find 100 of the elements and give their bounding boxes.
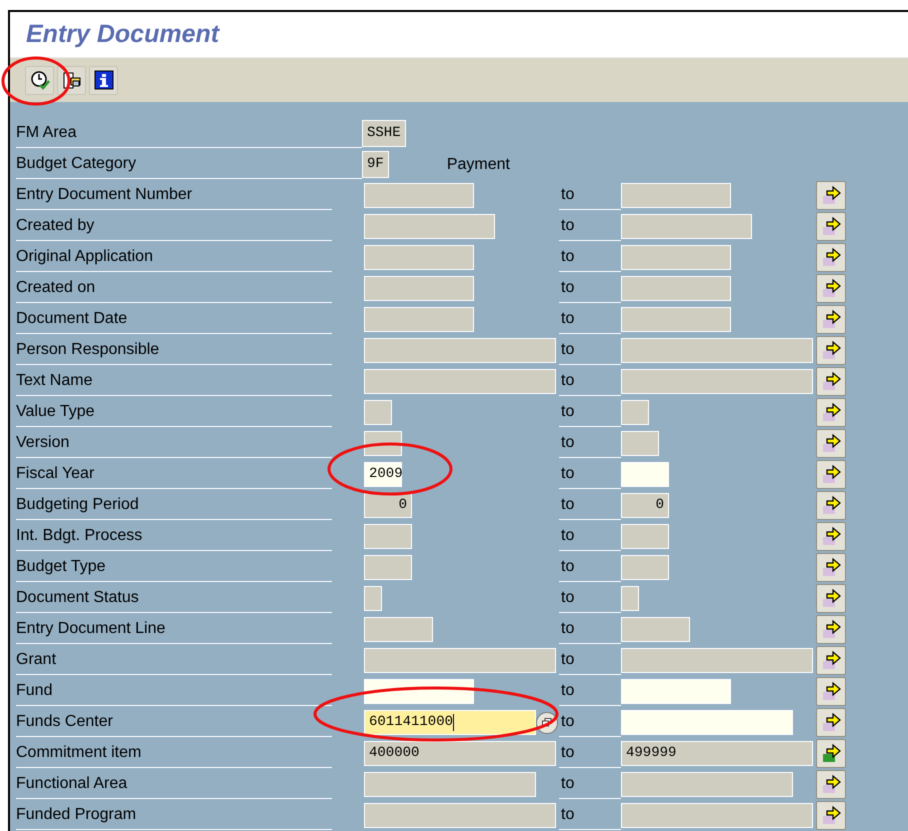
input-field[interactable] <box>364 307 474 332</box>
input-field[interactable] <box>364 772 536 797</box>
input-field[interactable] <box>621 462 669 487</box>
arrow-icon <box>820 588 842 610</box>
clock-check-icon <box>30 70 50 90</box>
input-field[interactable] <box>364 183 474 208</box>
multiple-selection-button[interactable] <box>816 336 846 365</box>
arrow-icon <box>820 340 842 362</box>
input-field[interactable] <box>364 276 474 301</box>
multiple-selection-button[interactable] <box>816 584 846 613</box>
input-field[interactable] <box>621 214 752 239</box>
input-field[interactable] <box>621 183 731 208</box>
multiple-selection-button[interactable] <box>816 801 846 830</box>
field-label: Created on <box>16 278 96 298</box>
to-label: to <box>561 433 574 453</box>
input-field[interactable] <box>621 710 793 735</box>
input-field[interactable]: 499999 <box>621 741 813 766</box>
input-field[interactable]: 0 <box>621 493 669 518</box>
field-label: Value Type <box>16 402 95 422</box>
input-field[interactable] <box>621 431 659 456</box>
field-label: Budget Type <box>16 557 106 577</box>
windows-icon <box>542 718 552 727</box>
multiple-selection-button[interactable] <box>816 522 846 551</box>
field-label: Text Name <box>16 371 92 391</box>
arrow-icon <box>820 370 842 392</box>
input-field[interactable] <box>621 772 793 797</box>
to-label: to <box>561 743 574 763</box>
input-field[interactable] <box>364 524 412 549</box>
input-field[interactable]: 400000 <box>364 741 556 766</box>
field-label: Document Status <box>16 588 139 608</box>
input-field[interactable] <box>364 803 556 828</box>
multiple-selection-button[interactable] <box>816 646 846 675</box>
arrow-icon <box>820 526 842 548</box>
input-field[interactable] <box>621 307 731 332</box>
multiple-selection-button[interactable] <box>816 429 846 458</box>
field-label: Person Responsible <box>16 340 160 360</box>
multiple-selection-button[interactable] <box>816 243 846 272</box>
multiple-selection-button[interactable] <box>816 770 846 799</box>
field-label: Fiscal Year <box>16 464 94 484</box>
arrow-icon <box>820 712 842 734</box>
field-value: 9F <box>367 155 384 174</box>
input-field[interactable] <box>364 617 433 642</box>
input-field[interactable] <box>621 276 731 301</box>
input-field[interactable] <box>364 245 474 270</box>
input-field[interactable]: 6011411000 <box>364 710 536 735</box>
to-label: to <box>561 588 574 608</box>
input-field[interactable] <box>621 524 669 549</box>
multiple-selection-button[interactable] <box>816 460 846 489</box>
arrow-icon <box>820 432 842 454</box>
input-field[interactable] <box>364 586 382 611</box>
input-field[interactable] <box>621 338 813 363</box>
input-field[interactable] <box>621 400 649 425</box>
multiple-selection-button[interactable] <box>816 553 846 582</box>
multiple-selection-button[interactable] <box>816 739 846 768</box>
input-field[interactable]: 2009 <box>364 462 402 487</box>
arrow-icon <box>820 402 842 424</box>
input-field[interactable] <box>364 400 392 425</box>
input-field[interactable]: 0 <box>364 493 412 518</box>
field-value: SSHE <box>367 124 401 143</box>
input-field[interactable] <box>364 555 412 580</box>
field-label: Created by <box>16 216 94 236</box>
multiple-selection-button[interactable] <box>816 677 846 706</box>
input-field[interactable] <box>364 369 556 394</box>
arrow-icon <box>820 618 842 640</box>
input-field[interactable] <box>364 648 556 673</box>
multiple-selection-button[interactable] <box>816 398 846 427</box>
field-label: Original Application <box>16 247 153 267</box>
multiple-selection-button[interactable] <box>816 615 846 644</box>
input-field[interactable] <box>621 803 813 828</box>
multiple-selection-button[interactable] <box>816 212 846 241</box>
input-field[interactable] <box>621 679 731 704</box>
to-label: to <box>561 309 574 329</box>
info-icon <box>94 70 114 90</box>
input-field[interactable] <box>621 617 690 642</box>
multiple-selection-button[interactable] <box>816 274 846 303</box>
input-field[interactable] <box>621 245 731 270</box>
arrow-icon <box>820 742 842 764</box>
arrow-icon <box>820 246 842 268</box>
field-label: Funded Program <box>16 805 136 825</box>
toolbar-button[interactable] <box>25 66 54 94</box>
input-field[interactable] <box>621 369 813 394</box>
input-field[interactable] <box>364 214 495 239</box>
input-field[interactable] <box>621 648 813 673</box>
arrow-icon <box>820 804 842 826</box>
multiple-selection-button[interactable] <box>816 708 846 737</box>
arrow-icon <box>820 184 842 206</box>
multiple-selection-button[interactable] <box>816 367 846 396</box>
multiple-selection-button[interactable] <box>816 491 846 520</box>
toolbar-button[interactable] <box>89 66 118 94</box>
field-label: Grant <box>16 650 56 670</box>
multiple-selection-button[interactable] <box>816 305 846 334</box>
input-field[interactable] <box>621 555 669 580</box>
to-label: to <box>561 247 574 267</box>
input-field[interactable] <box>621 586 639 611</box>
arrow-icon <box>820 556 842 578</box>
arrow-icon <box>820 650 842 672</box>
field-label: Commitment item <box>16 743 142 763</box>
input-field[interactable] <box>364 338 556 363</box>
annotation-circle <box>0 55 72 107</box>
multiple-selection-button[interactable] <box>816 181 846 210</box>
